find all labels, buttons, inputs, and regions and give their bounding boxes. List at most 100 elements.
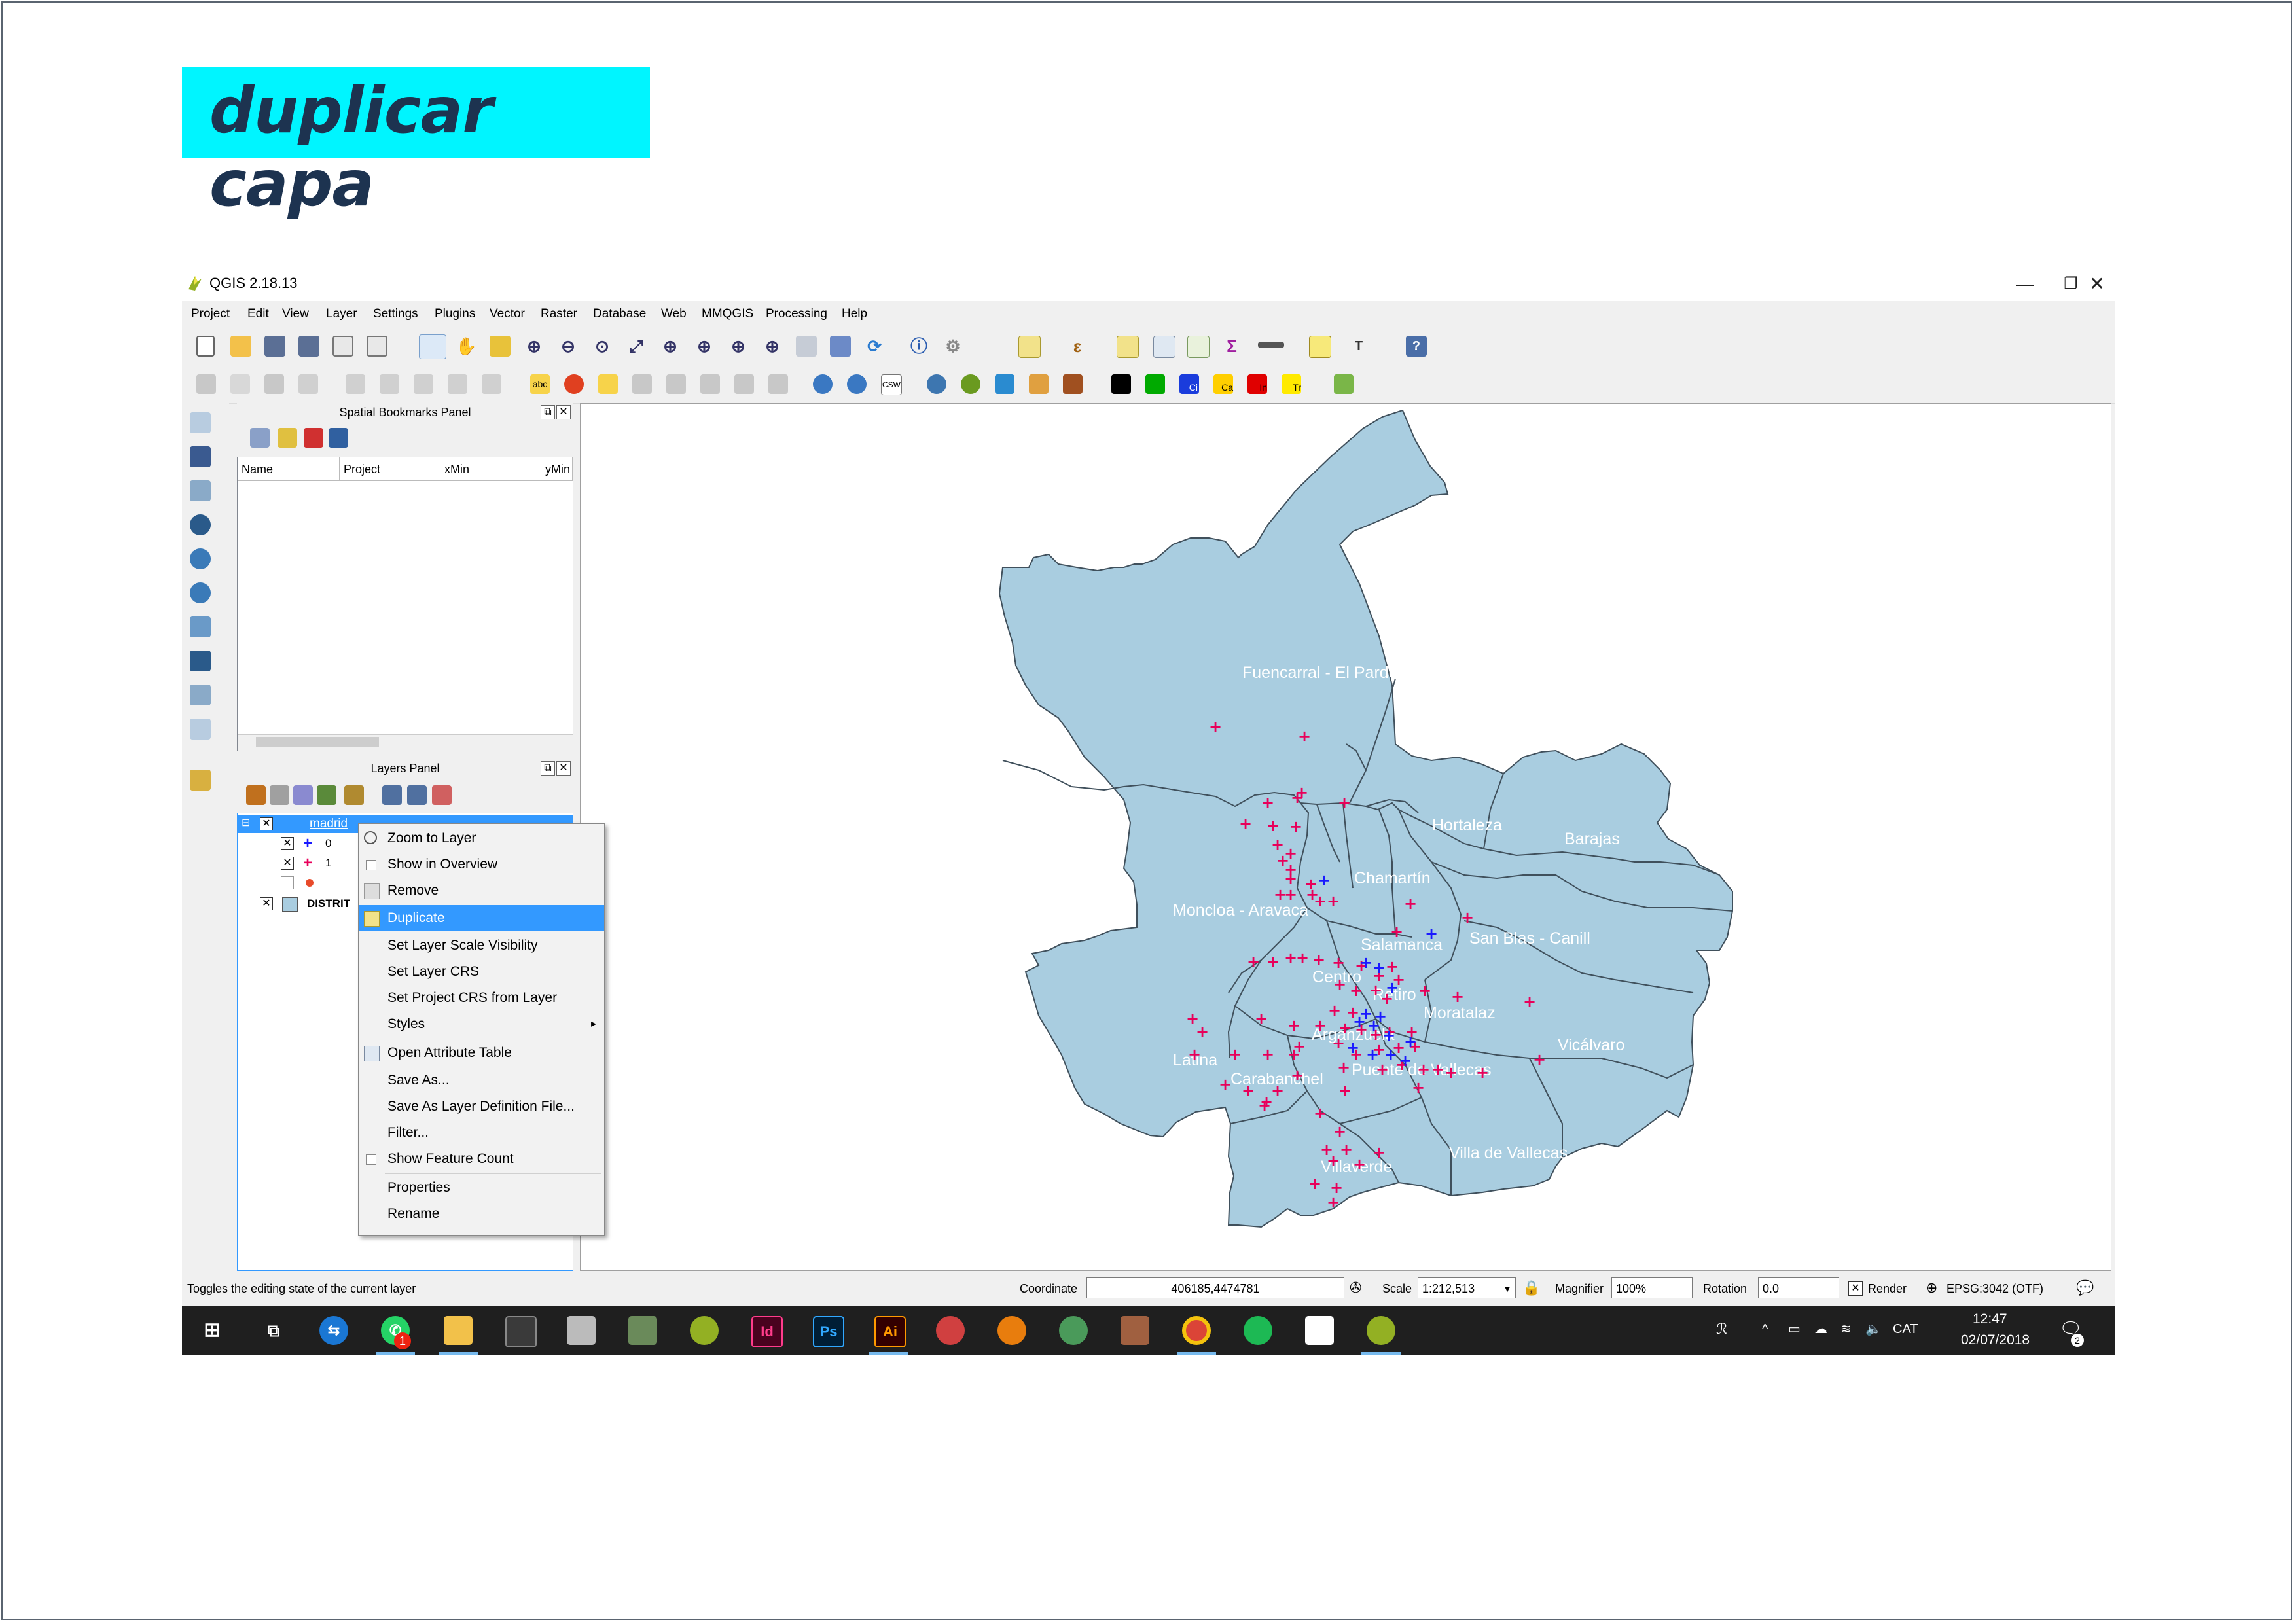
illustrator-icon[interactable]: Ai	[874, 1316, 906, 1347]
commander-icon[interactable]	[1063, 374, 1083, 394]
paste-features-icon[interactable]	[482, 374, 501, 394]
column-header-xmin[interactable]: xMin	[440, 457, 541, 481]
horizontal-scrollbar[interactable]	[238, 734, 573, 751]
delete-selected-icon[interactable]	[380, 374, 399, 394]
menu-item-show-in-overview[interactable]: Show in Overview	[359, 851, 604, 878]
input-language[interactable]: CAT	[1893, 1322, 1918, 1337]
zoom-to-bookmark-icon[interactable]	[250, 428, 270, 448]
map-canvas[interactable]: Fuencarral - El Pardo Hortaleza Barajas …	[580, 403, 2111, 1271]
photoshop-icon[interactable]: Ps	[813, 1316, 844, 1347]
render-checkbox[interactable]: ✕	[1848, 1281, 1863, 1296]
pin-labels-icon[interactable]	[632, 374, 652, 394]
add-feature-icon[interactable]	[298, 374, 318, 394]
new-temporary-layer-icon[interactable]	[190, 770, 211, 791]
menu-item-open-attribute-table[interactable]: Open Attribute Table	[359, 1040, 604, 1066]
highlight-pinned-labels-icon[interactable]	[598, 374, 618, 394]
layer-checkbox[interactable]: ✕	[260, 897, 273, 910]
zoom-to-selection-icon[interactable]: ⊕	[660, 336, 681, 357]
help-icon[interactable]: ?	[1406, 336, 1427, 357]
app-icon-white[interactable]	[1305, 1316, 1334, 1345]
menu-processing[interactable]: Processing	[766, 307, 827, 321]
metasearch-icon[interactable]	[813, 374, 833, 394]
collapse-toggle-icon[interactable]: ⊟	[242, 816, 250, 829]
touch-zoom-icon[interactable]	[419, 334, 446, 359]
menu-database[interactable]: Database	[593, 307, 646, 321]
new-project-icon[interactable]	[196, 336, 215, 357]
csw-icon[interactable]: CSW	[881, 374, 902, 395]
crs-status[interactable]: EPSG:3042 (OTF)	[1946, 1282, 2043, 1296]
app-icon-gray[interactable]	[567, 1316, 596, 1345]
clock-time[interactable]: 12:47	[1973, 1311, 2007, 1327]
class-checkbox[interactable]: ✕	[281, 857, 294, 870]
app-icon-image[interactable]	[628, 1316, 657, 1345]
composer-manager-icon[interactable]	[367, 336, 387, 357]
close-button[interactable]: ✕	[2084, 271, 2110, 297]
open-project-icon[interactable]	[230, 336, 251, 357]
plugin-in-icon[interactable]: In	[1247, 374, 1267, 394]
messages-icon[interactable]: 💬	[2076, 1279, 2094, 1296]
column-header-name[interactable]: Name	[238, 457, 340, 481]
add-postgis-layer-icon[interactable]	[190, 480, 211, 501]
column-header-ymin[interactable]: yMin	[541, 457, 573, 481]
blender-icon[interactable]	[997, 1316, 1026, 1345]
panel-close-button[interactable]: ✕	[556, 405, 571, 419]
clock-date[interactable]: 02/07/2018	[1961, 1332, 2030, 1348]
attribute-table-icon[interactable]	[1153, 336, 1175, 358]
save-edits-icon[interactable]	[264, 374, 284, 394]
menu-plugins[interactable]: Plugins	[435, 307, 475, 321]
crs-globe-icon[interactable]: ⊕	[1926, 1279, 1937, 1296]
statistical-summary-icon[interactable]: Σ	[1221, 336, 1242, 357]
scrollbar-thumb[interactable]	[256, 737, 379, 747]
people-icon[interactable]: ℛ	[1716, 1321, 1728, 1338]
menu-item-save-as-layer-definition[interactable]: Save As Layer Definition File...	[359, 1094, 604, 1120]
measure-line-icon[interactable]	[1258, 342, 1284, 348]
task-view-icon[interactable]: ⧉	[259, 1316, 288, 1345]
panel-float-button[interactable]: ⧉	[541, 761, 555, 776]
plugin-leaf-icon[interactable]	[1334, 374, 1354, 394]
menu-item-set-layer-crs[interactable]: Set Layer CRS	[359, 959, 604, 985]
coordinate-field[interactable]: 406185,4474781	[1086, 1277, 1344, 1298]
save-as-icon[interactable]	[298, 336, 319, 357]
layer-labeling-icon[interactable]: abc	[530, 374, 550, 394]
add-wms-layer-icon[interactable]	[190, 548, 211, 569]
app-icon-green-circle[interactable]	[1059, 1316, 1088, 1345]
magnifier-spinbox[interactable]: 100%	[1611, 1277, 1693, 1298]
menu-layer[interactable]: Layer	[326, 307, 357, 321]
new-shapefile-layer-icon[interactable]	[190, 719, 211, 740]
chevron-down-icon[interactable]: ▼	[1500, 1280, 1515, 1297]
teamviewer-icon[interactable]: ⇆	[319, 1316, 348, 1345]
qgis-desktop-icon[interactable]	[690, 1316, 719, 1345]
graphical-modeler-icon[interactable]	[995, 374, 1014, 394]
windows-start-icon[interactable]: ⊞	[198, 1316, 226, 1345]
menu-item-save-as[interactable]: Save As...	[359, 1067, 604, 1094]
battery-icon[interactable]: ▭	[1788, 1321, 1801, 1337]
layer-checkbox[interactable]: ✕	[260, 817, 273, 830]
remove-layer-icon[interactable]	[432, 785, 452, 805]
spotify-icon[interactable]	[1244, 1316, 1272, 1345]
minimize-button[interactable]: —	[2012, 271, 2038, 297]
show-hidden-icons-chevron-up-icon[interactable]: ^	[1762, 1322, 1768, 1337]
menu-web[interactable]: Web	[661, 307, 687, 321]
terminal-icon[interactable]	[505, 1316, 537, 1347]
bookmarks-table[interactable]: Name Project xMin yMin	[237, 457, 573, 751]
add-group-icon[interactable]	[270, 785, 289, 805]
results-viewer-icon[interactable]	[1029, 374, 1049, 394]
menu-settings[interactable]: Settings	[373, 307, 418, 321]
open-layer-styling-icon[interactable]	[246, 785, 266, 805]
qgis-running-icon[interactable]	[1367, 1316, 1395, 1345]
file-explorer-icon[interactable]	[444, 1316, 473, 1345]
zoom-out-icon[interactable]: ⊖	[558, 336, 579, 357]
panel-close-button[interactable]: ✕	[556, 761, 571, 776]
pan-to-selection-icon[interactable]	[490, 336, 511, 357]
toggle-editing-icon[interactable]	[230, 374, 250, 394]
panel-float-button[interactable]: ⧉	[541, 405, 555, 419]
filter-expression-icon[interactable]	[344, 785, 364, 805]
menu-item-show-feature-count[interactable]: Show Feature Count	[359, 1146, 604, 1172]
show-hide-labels-icon[interactable]	[666, 374, 686, 394]
zoom-full-icon[interactable]: ⤢	[626, 336, 647, 357]
move-label-icon[interactable]	[700, 374, 720, 394]
zoom-to-layer-icon[interactable]: ⊕	[694, 336, 715, 357]
copy-features-icon[interactable]	[448, 374, 467, 394]
menu-item-rename[interactable]: Rename	[359, 1201, 604, 1227]
add-wcs-layer-icon[interactable]	[190, 582, 211, 603]
